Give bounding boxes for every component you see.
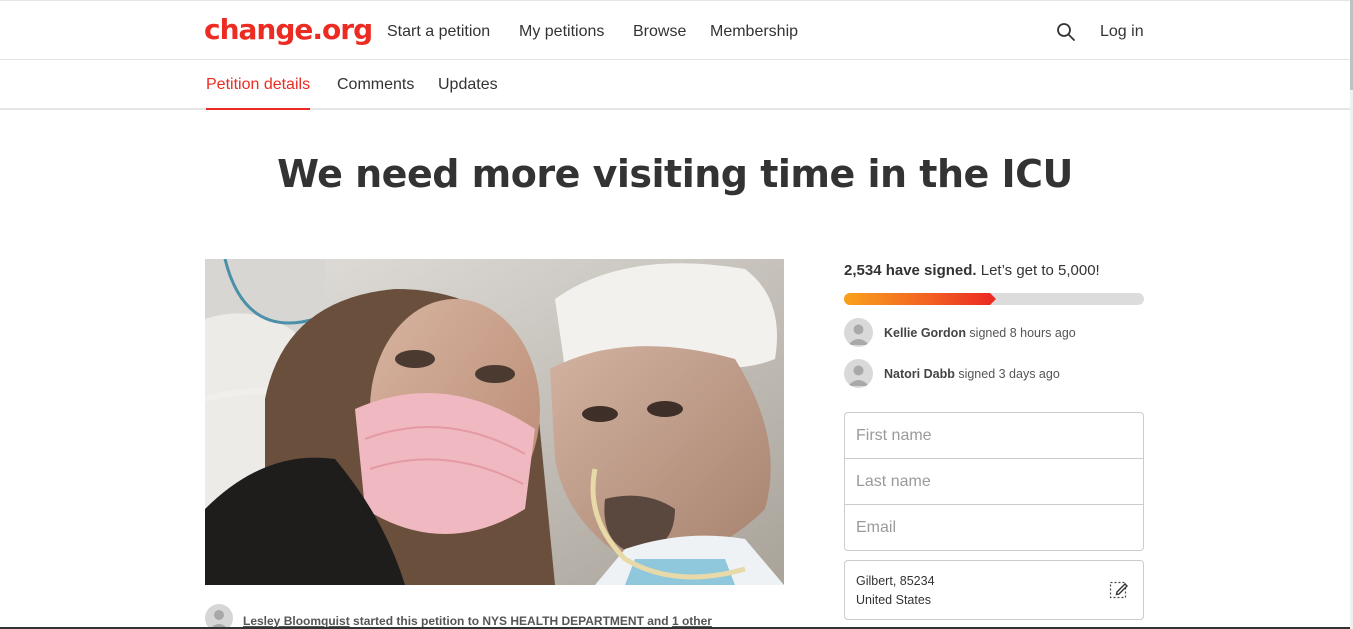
petition-tabs: Petition details Comments Updates [0, 60, 1350, 110]
petition-photo [205, 259, 784, 585]
signer-name: Natori Dabb [884, 367, 955, 381]
signature-count-line: 2,534 have signed. Let’s get to 5,000! [844, 262, 1100, 279]
location-field[interactable]: Gilbert, 85234 United States [844, 560, 1144, 620]
target-link[interactable]: NYS HEALTH DEPARTMENT [482, 614, 644, 628]
starter-text: Lesley Bloomquist started this petition … [243, 614, 712, 628]
and-text: and [643, 614, 672, 628]
other-targets-link[interactable]: 1 other [672, 614, 712, 628]
edit-icon[interactable] [1109, 579, 1129, 599]
recent-signer: Natori Dabb signed 3 days ago [844, 359, 1144, 389]
signer-action: signed 3 days ago [954, 367, 1060, 381]
petition-starter-line: Lesley Bloomquist started this petition … [205, 604, 785, 629]
starter-avatar[interactable] [205, 604, 233, 629]
location-country: United States [856, 593, 932, 607]
signature-goal: Let’s get to 5,000! [976, 262, 1100, 279]
location-city: Gilbert, 85234 [856, 574, 935, 588]
signer-avatar [844, 359, 873, 388]
recent-signer: Kellie Gordon signed 8 hours ago [844, 318, 1144, 348]
user-avatar-icon [848, 324, 869, 345]
starter-name-link[interactable]: Lesley Bloomquist [243, 614, 350, 628]
signer-action: signed 8 hours ago [965, 326, 1076, 340]
sign-form [844, 412, 1144, 551]
tab-petition-details[interactable]: Petition details [206, 76, 311, 110]
nav-my-petitions[interactable]: My petitions [519, 23, 604, 41]
starter-mid-text: started this petition to [349, 614, 483, 628]
signature-count: 2,534 have signed. [844, 262, 977, 279]
top-navigation: change.org Start a petition My petitions… [0, 0, 1350, 60]
signature-progress-bar [844, 293, 1144, 305]
tab-comments[interactable]: Comments [337, 76, 414, 108]
signer-name: Kellie Gordon [884, 326, 966, 340]
last-name-field[interactable] [845, 459, 1143, 505]
first-name-field[interactable] [845, 413, 1143, 459]
user-avatar-icon [209, 610, 229, 629]
email-field[interactable] [845, 505, 1143, 551]
petition-title: We need more visiting time in the ICU [277, 152, 1073, 196]
signature-progress-fill [844, 293, 996, 305]
login-link[interactable]: Log in [1100, 23, 1144, 41]
nav-start-a-petition[interactable]: Start a petition [387, 23, 490, 41]
tab-updates[interactable]: Updates [438, 76, 498, 108]
change-org-logo[interactable]: change.org [204, 13, 373, 46]
user-avatar-icon [848, 365, 869, 386]
signer-avatar [844, 318, 873, 347]
nav-membership[interactable]: Membership [710, 23, 798, 41]
nav-browse[interactable]: Browse [633, 23, 686, 41]
search-icon[interactable] [1056, 22, 1076, 42]
